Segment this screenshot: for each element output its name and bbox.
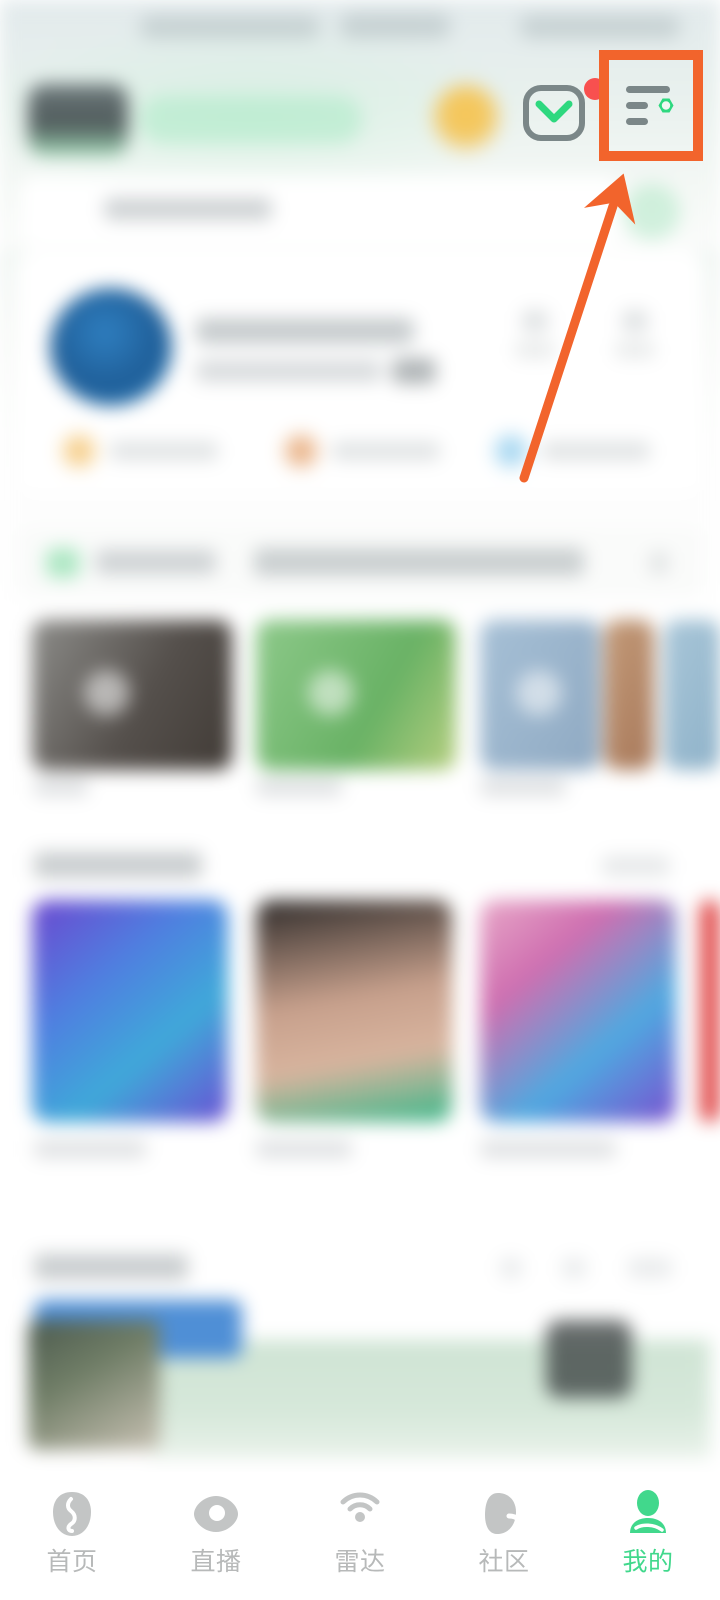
quick-action-coupon — [492, 432, 650, 470]
quick-action-label — [542, 442, 650, 460]
announcement-tag — [96, 550, 216, 574]
user-level-badge — [392, 358, 436, 384]
user-subtitle — [196, 360, 382, 382]
radar-icon — [340, 1492, 380, 1522]
status-bar-right — [520, 16, 680, 38]
video-thumb — [32, 620, 232, 770]
play-icon — [84, 670, 130, 716]
order-icon — [282, 432, 320, 470]
lower-photo — [28, 1320, 160, 1450]
lower-section-title — [34, 1254, 188, 1280]
search-placeholder-text — [104, 198, 272, 220]
video-thumb — [480, 620, 600, 770]
quick-action-wallet — [60, 432, 218, 470]
status-bar-left — [140, 16, 320, 38]
settings-menu-button[interactable] — [624, 82, 680, 130]
live-eye-icon — [194, 1496, 238, 1532]
mail-button[interactable] — [522, 84, 586, 142]
announcement-text — [254, 548, 584, 576]
video-caption — [480, 778, 566, 796]
tab-label: 雷达 — [334, 1548, 386, 1576]
user-avatar — [50, 288, 172, 406]
stat-label — [615, 342, 655, 358]
stat-label — [515, 342, 555, 358]
feed-section-title — [34, 852, 202, 878]
phone-screen: 首页 直播 雷达 社区 我的 — [0, 0, 720, 1600]
lower-tab — [562, 1258, 586, 1278]
lower-dark-block — [546, 1320, 632, 1398]
tab-label: 社区 — [478, 1548, 530, 1576]
status-bar-center — [340, 14, 450, 38]
mail-unread-badge — [584, 78, 606, 100]
video-thumb — [664, 620, 720, 770]
stat-column-2 — [600, 310, 670, 358]
stat-column-1 — [500, 310, 570, 358]
tab-home[interactable]: 首页 — [0, 1488, 144, 1575]
person-icon — [630, 1490, 666, 1533]
envelope-icon — [523, 85, 585, 141]
quick-action-order — [282, 432, 440, 470]
feed-card — [480, 900, 676, 1122]
scan-icon — [624, 184, 680, 240]
community-icon — [485, 1493, 525, 1537]
tab-live[interactable]: 直播 — [144, 1488, 288, 1575]
header-promo-pill — [140, 96, 362, 144]
user-name — [196, 318, 414, 344]
video-caption — [34, 778, 88, 796]
tab-radar[interactable]: 雷达 — [288, 1488, 432, 1575]
list-settings-icon — [626, 86, 674, 125]
feed-card — [256, 900, 452, 1122]
tab-label: 首页 — [46, 1548, 98, 1576]
tab-mine[interactable]: 我的 — [576, 1488, 720, 1575]
stat-value — [522, 310, 548, 332]
feed-card — [32, 900, 228, 1122]
bottom-tab-bar: 首页 直播 雷达 社区 我的 — [0, 1472, 720, 1600]
chevron-right-icon — [650, 552, 668, 574]
quick-action-label — [110, 442, 218, 460]
video-thumb — [604, 620, 654, 770]
lower-tab — [628, 1258, 672, 1278]
tab-community[interactable]: 社区 — [432, 1488, 576, 1575]
feed-section-more — [602, 856, 670, 876]
megaphone-icon — [46, 548, 80, 578]
quick-action-label — [332, 442, 440, 460]
feed-card — [700, 900, 720, 1122]
play-icon — [516, 670, 562, 716]
coupon-icon — [492, 432, 530, 470]
video-caption — [256, 778, 342, 796]
feed-caption — [34, 1140, 146, 1158]
tab-label: 直播 — [190, 1548, 242, 1576]
app-background-blurred — [0, 0, 720, 1600]
home-icon — [53, 1492, 91, 1536]
lower-tab — [500, 1258, 522, 1278]
coin-icon — [432, 84, 500, 152]
feed-caption — [480, 1140, 616, 1158]
video-thumb — [256, 620, 456, 770]
feed-caption — [256, 1140, 352, 1158]
app-logo-badge — [28, 84, 128, 156]
play-icon — [308, 670, 354, 716]
wallet-icon — [60, 432, 98, 470]
tab-label: 我的 — [622, 1548, 674, 1576]
stat-value — [622, 310, 648, 332]
